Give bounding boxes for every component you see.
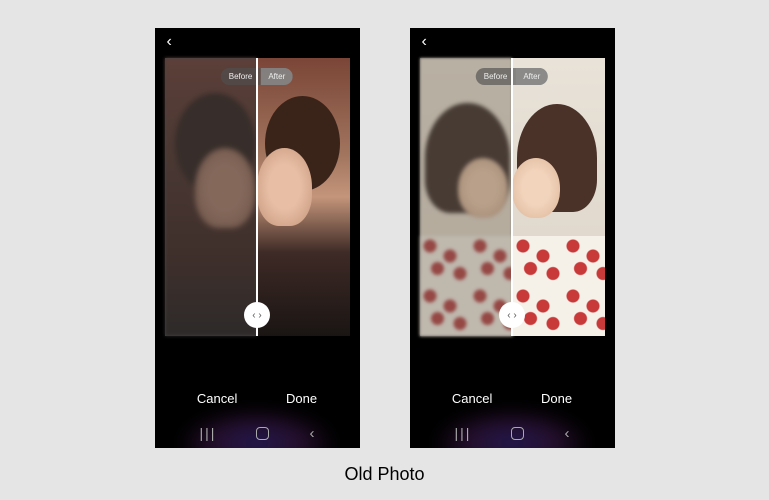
photo-before [420, 58, 513, 336]
photo-before [165, 58, 258, 336]
back-icon[interactable]: ‹ [167, 33, 172, 51]
before-label[interactable]: Before [221, 68, 261, 85]
after-label[interactable]: After [260, 68, 293, 85]
cancel-button[interactable]: Cancel [197, 391, 237, 406]
after-label[interactable]: After [515, 68, 548, 85]
slider-handle[interactable]: ‹ › [244, 302, 270, 328]
nav-home-icon[interactable] [256, 427, 269, 440]
photo-compare-area[interactable]: Before After ‹ › [165, 58, 350, 336]
nav-bar: ||| ‹ [410, 418, 615, 448]
phone-right: ‹ Before After ‹ › Cancel [410, 28, 615, 448]
action-bar: Cancel Done [410, 391, 615, 406]
photo-after [257, 58, 350, 336]
nav-home-icon[interactable] [511, 427, 524, 440]
nav-bar: ||| ‹ [155, 418, 360, 448]
photo-after [512, 58, 605, 336]
photo-compare-area[interactable]: Before After ‹ › [420, 58, 605, 336]
compare-divider [256, 58, 258, 336]
slider-handle[interactable]: ‹ › [499, 302, 525, 328]
status-bar: ‹ [410, 28, 615, 56]
slider-arrows-icon: ‹ › [507, 310, 516, 321]
done-button[interactable]: Done [286, 391, 317, 406]
nav-recents-icon[interactable]: ||| [455, 425, 472, 441]
nav-back-icon[interactable]: ‹ [564, 425, 569, 442]
before-label[interactable]: Before [476, 68, 516, 85]
cancel-button[interactable]: Cancel [452, 391, 492, 406]
compare-divider [511, 58, 513, 336]
nav-back-icon[interactable]: ‹ [309, 425, 314, 442]
action-bar: Cancel Done [155, 391, 360, 406]
phone-left: ‹ Before After ‹ › Cancel Done [155, 28, 360, 448]
caption-text: Old Photo [0, 464, 769, 485]
status-bar: ‹ [155, 28, 360, 56]
back-icon[interactable]: ‹ [422, 33, 427, 51]
done-button[interactable]: Done [541, 391, 572, 406]
phones-container: ‹ Before After ‹ › Cancel Done [0, 0, 769, 448]
slider-arrows-icon: ‹ › [252, 310, 261, 321]
nav-recents-icon[interactable]: ||| [200, 425, 217, 441]
